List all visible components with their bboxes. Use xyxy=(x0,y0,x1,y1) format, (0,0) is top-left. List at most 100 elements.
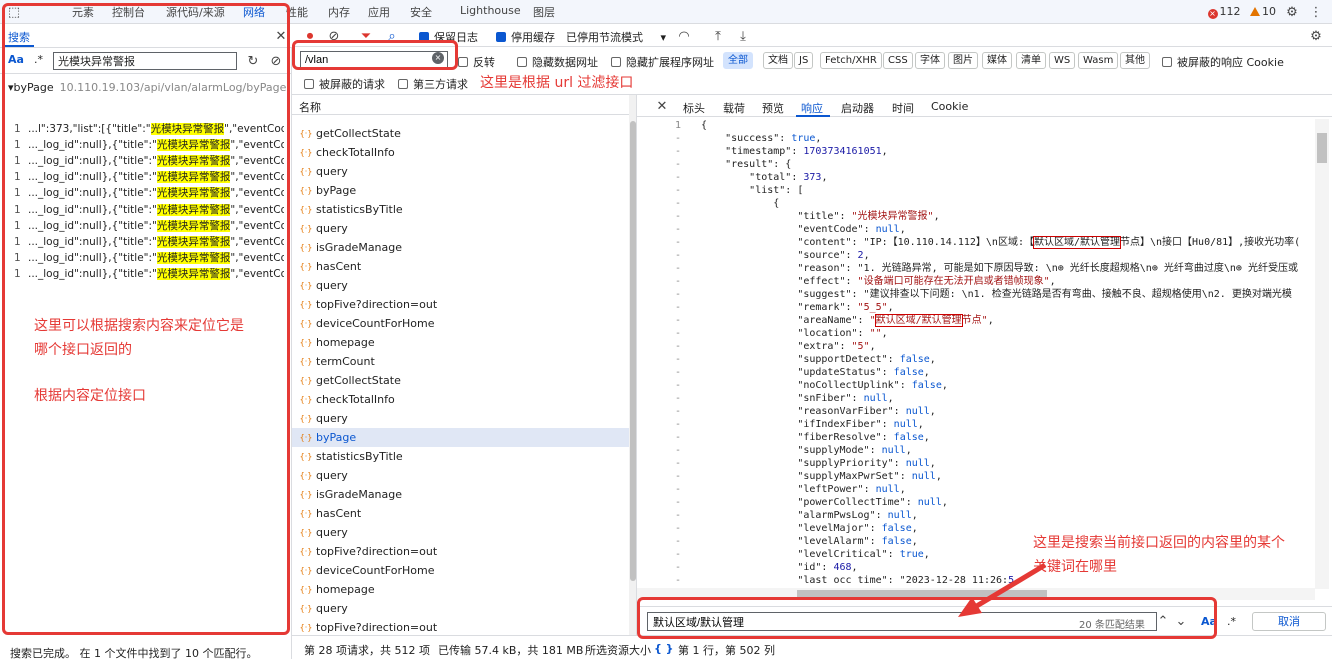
request-name: termCount xyxy=(316,355,375,368)
line-text: "location": "", xyxy=(797,328,888,339)
request-row[interactable]: {·} topFive?direction=out xyxy=(292,618,629,635)
type-filter-button[interactable]: JS xyxy=(794,52,814,69)
import-upload-icon[interactable]: ⤒ xyxy=(710,28,726,44)
request-row[interactable]: {·} query xyxy=(292,219,629,238)
request-row[interactable]: {·} query xyxy=(292,523,629,542)
tab-initiator[interactable]: 启动器 xyxy=(841,100,874,116)
line-text: "id": 468, xyxy=(797,562,858,573)
code-line: - "ifIndexFiber": null, xyxy=(637,418,1317,431)
request-row[interactable]: {·} query xyxy=(292,466,629,485)
invert-label: 反转 xyxy=(473,56,495,69)
tab-cookies[interactable]: Cookie xyxy=(931,100,968,113)
hide-extension-urls-checkbox[interactable]: 隐藏扩展程序网址 xyxy=(611,54,714,70)
request-row[interactable]: {·} statisticsByTitle xyxy=(292,447,629,466)
xhr-icon: {·} xyxy=(299,452,313,461)
wifi-conditions-icon[interactable]: ◠ xyxy=(676,28,692,44)
code-line: - "reasonVarFiber": null, xyxy=(637,405,1317,418)
request-row[interactable]: {·} getCollectState xyxy=(292,124,629,143)
request-row[interactable]: {·} byPage xyxy=(292,181,629,200)
type-filter-button[interactable]: 清单 xyxy=(1016,52,1046,69)
tab-application[interactable]: 应用 xyxy=(368,4,390,20)
line-text: "leftPower": null, xyxy=(797,484,906,495)
tab-preview[interactable]: 预览 xyxy=(762,100,784,116)
code-line: - "total": 373, xyxy=(637,171,1317,184)
request-row[interactable]: {·} topFive?direction=out xyxy=(292,542,629,561)
close-detail-icon[interactable]: ✕ xyxy=(654,98,670,114)
type-filter-button[interactable]: 图片 xyxy=(948,52,978,69)
tab-headers[interactable]: 标头 xyxy=(683,100,705,116)
request-row[interactable]: {·} query xyxy=(292,409,629,428)
more-menu-icon[interactable]: ⋮ xyxy=(1308,4,1324,20)
request-row[interactable]: {·} hasCent xyxy=(292,504,629,523)
pretty-print-icon[interactable]: { } xyxy=(654,642,674,655)
type-filter-button[interactable]: 字体 xyxy=(915,52,945,69)
code-line: - "list": [ xyxy=(637,184,1317,197)
third-party-checkbox[interactable]: 第三方请求 xyxy=(398,76,468,92)
type-filter-button[interactable]: Wasm xyxy=(1078,52,1119,69)
hide-data-urls-checkbox[interactable]: 隐藏数据网址 xyxy=(517,54,598,70)
type-filter-button[interactable]: WS xyxy=(1049,52,1076,69)
network-settings-gear-icon[interactable]: ⚙ xyxy=(1308,28,1324,44)
line-number: - xyxy=(674,172,681,183)
column-name-header[interactable]: 名称 xyxy=(299,99,321,115)
tab-timing[interactable]: 时间 xyxy=(892,100,914,116)
type-filter-button[interactable]: CSS xyxy=(883,52,913,69)
code-line: - "remark": "5_5", xyxy=(637,301,1317,314)
request-row[interactable]: {·} isGradeManage xyxy=(292,485,629,504)
export-download-icon[interactable]: ⤓ xyxy=(735,28,751,44)
scrollbar-thumb[interactable] xyxy=(630,121,636,581)
settings-gear-icon[interactable]: ⚙ xyxy=(1284,4,1300,20)
request-row[interactable]: {·} query xyxy=(292,276,629,295)
throttle-select[interactable]: 已停用节流模式 ▾ xyxy=(566,29,666,45)
code-line: - "success": true, xyxy=(637,132,1317,145)
request-row[interactable]: {·} termCount xyxy=(292,352,629,371)
request-row[interactable]: {·} statisticsByTitle xyxy=(292,200,629,219)
request-row[interactable]: {·} homepage xyxy=(292,333,629,352)
line-text: "eventCode": null, xyxy=(797,224,906,235)
invert-checkbox[interactable]: 反转 xyxy=(458,54,495,70)
disable-cache-checkbox[interactable]: 停用缓存 xyxy=(496,29,555,45)
request-row[interactable]: {·} isGradeManage xyxy=(292,238,629,257)
tab-response[interactable]: 响应 xyxy=(801,100,823,116)
request-row[interactable]: {·} byPage xyxy=(292,428,629,447)
line-text: "supplyMode": null, xyxy=(797,445,912,456)
tab-memory[interactable]: 内存 xyxy=(328,4,350,20)
request-row[interactable]: {·} topFive?direction=out xyxy=(292,295,629,314)
type-filter-button[interactable]: 全部 xyxy=(723,52,753,69)
request-row[interactable]: {·} deviceCountForHome xyxy=(292,314,629,333)
request-row[interactable]: {·} getCollectState xyxy=(292,371,629,390)
find-regex-toggle[interactable]: .* xyxy=(1227,615,1236,628)
blocked-requests-checkbox[interactable]: 被屏蔽的请求 xyxy=(304,76,385,92)
line-text: "levelAlarm": false, xyxy=(797,536,918,547)
code-vertical-scrollbar[interactable] xyxy=(1315,119,1329,589)
type-filter-button[interactable]: Fetch/XHR xyxy=(820,52,882,69)
request-row[interactable]: {·} query xyxy=(292,162,629,181)
scrollbar-thumb[interactable] xyxy=(1317,133,1327,163)
xhr-icon: {·} xyxy=(299,262,313,271)
type-filter-button[interactable]: 文档 xyxy=(763,52,793,69)
request-row[interactable]: {·} query xyxy=(292,599,629,618)
tab-payload[interactable]: 载荷 xyxy=(723,100,745,116)
type-filter-button[interactable]: 媒体 xyxy=(982,52,1012,69)
type-filter-button[interactable]: 其他 xyxy=(1120,52,1150,69)
code-line: - "effect": "设备端口可能存在无法开启或者错帧现象", xyxy=(637,275,1317,288)
response-code-view[interactable]: 1{- "success": true, - "timestamp": 17037… xyxy=(637,119,1317,585)
issues-badge[interactable]: × 112 10 xyxy=(1207,5,1276,19)
request-row[interactable]: {·} hasCent xyxy=(292,257,629,276)
request-row[interactable]: {·} checkTotalInfo xyxy=(292,143,629,162)
code-line: - "areaName": "默认区域/默认管理节点", xyxy=(637,314,1317,327)
request-name: hasCent xyxy=(316,260,362,273)
blocked-cookies-checkbox[interactable]: 被屏蔽的响应 Cookie xyxy=(1162,54,1284,70)
line-text: "levelCritical": true, xyxy=(797,549,930,560)
find-cancel-button[interactable]: 取消 xyxy=(1252,612,1326,631)
tab-security[interactable]: 安全 xyxy=(410,4,432,20)
line-number: - xyxy=(674,328,681,339)
request-name: deviceCountForHome xyxy=(316,564,435,577)
code-line: - "snFiber": null, xyxy=(637,392,1317,405)
tab-layers[interactable]: 图层 xyxy=(533,4,555,20)
request-row[interactable]: {·} checkTotalInfo xyxy=(292,390,629,409)
tab-lighthouse[interactable]: Lighthouse xyxy=(460,4,521,17)
request-row[interactable]: {·} homepage xyxy=(292,580,629,599)
request-row[interactable]: {·} deviceCountForHome xyxy=(292,561,629,580)
request-list-scrollbar[interactable] xyxy=(629,95,636,635)
